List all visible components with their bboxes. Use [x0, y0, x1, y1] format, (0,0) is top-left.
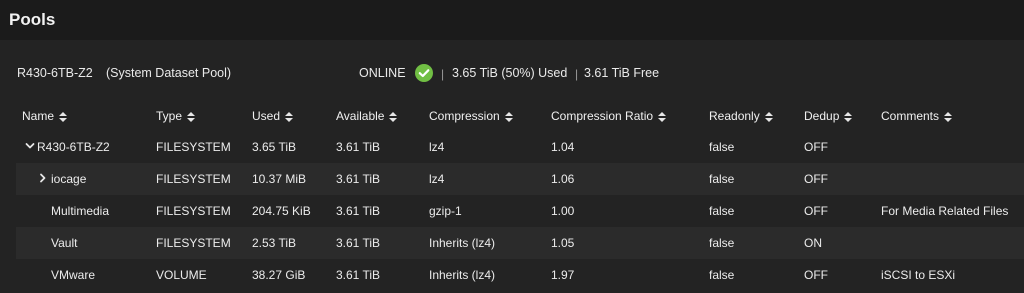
dataset-compression-ratio: 1.00	[551, 204, 575, 218]
dataset-dedup: ON	[804, 236, 822, 250]
dataset-type: FILESYSTEM	[156, 236, 231, 250]
sort-icon	[187, 111, 196, 122]
dataset-compression-ratio: 1.04	[551, 140, 575, 154]
dataset-used: 2.53 TiB	[252, 236, 297, 250]
page-title: Pools	[9, 10, 56, 29]
dataset-used: 10.37 MiB	[252, 172, 307, 186]
pool-free: 3.61 TiB Free	[584, 66, 660, 80]
dataset-compression: lz4	[429, 172, 445, 186]
dataset-type: FILESYSTEM	[156, 140, 231, 154]
column-header-type[interactable]: Type	[156, 109, 196, 125]
dataset-used: 204.75 KiB	[252, 204, 311, 218]
pool-role: (System Dataset Pool)	[106, 66, 232, 80]
column-header-comments[interactable]: Comments	[881, 109, 953, 125]
dataset-compression: lz4	[429, 140, 445, 154]
dataset-readonly: false	[709, 140, 735, 154]
dataset-compression-ratio: 1.97	[551, 268, 575, 282]
dataset-compression-ratio: 1.05	[551, 236, 575, 250]
column-header-name[interactable]: Name	[22, 109, 68, 125]
pool-status-text: ONLINE	[359, 66, 406, 80]
used-separator: |	[575, 67, 579, 81]
dataset-available: 3.61 TiB	[336, 140, 381, 154]
sort-icon	[59, 111, 68, 122]
sort-icon	[944, 111, 953, 122]
dataset-dedup: OFF	[804, 172, 828, 186]
pool-card: R430-6TB-Z2 (System Dataset Pool) ONLINE…	[0, 40, 1024, 293]
dataset-compression: Inherits (lz4)	[429, 268, 496, 282]
dataset-name: Multimedia	[51, 204, 110, 218]
dataset-compression-ratio: 1.06	[551, 172, 575, 186]
dataset-available: 3.61 TiB	[336, 204, 381, 218]
dataset-readonly: false	[709, 172, 735, 186]
sort-icon	[389, 111, 398, 122]
pool-name: R430-6TB-Z2	[17, 66, 93, 80]
column-header-dedup[interactable]: Dedup	[804, 109, 853, 125]
dataset-comments: For Media Related Files	[881, 204, 1009, 218]
sort-icon	[285, 111, 294, 122]
pool-used: 3.65 TiB (50%) Used	[452, 66, 568, 80]
dataset-available: 3.61 TiB	[336, 172, 381, 186]
table-row[interactable]: VMware VOLUME 38.27 GiB 3.61 TiB Inherit…	[16, 259, 1024, 291]
dataset-compression: Inherits (lz4)	[429, 236, 496, 250]
dataset-used: 3.65 TiB	[252, 140, 297, 154]
dataset-name: R430-6TB-Z2	[37, 140, 110, 154]
column-header-compression-ratio[interactable]: Compression Ratio	[551, 109, 667, 125]
datasets-table: Name Type Used Available Compression Com…	[16, 102, 1024, 293]
sort-icon	[764, 111, 773, 122]
pools-page: Pools R430-6TB-Z2 (System Dataset Pool) …	[0, 0, 1024, 293]
dataset-name: Vault	[51, 236, 78, 250]
status-separator: |	[441, 67, 445, 81]
table-row[interactable]: iocage FILESYSTEM 10.37 MiB 3.61 TiB lz4…	[16, 163, 1024, 195]
dataset-type: FILESYSTEM	[156, 172, 231, 186]
column-header-available[interactable]: Available	[336, 109, 398, 125]
dataset-readonly: false	[709, 236, 735, 250]
dataset-readonly: false	[709, 268, 735, 282]
column-header-compression[interactable]: Compression	[429, 109, 513, 125]
sort-icon	[844, 111, 853, 122]
dataset-available: 3.61 TiB	[336, 236, 381, 250]
dataset-readonly: false	[709, 204, 735, 218]
dataset-dedup: OFF	[804, 268, 828, 282]
sort-icon	[504, 111, 513, 122]
check-circle-icon	[415, 64, 433, 82]
dataset-dedup: OFF	[804, 140, 828, 154]
dataset-type: VOLUME	[156, 268, 207, 282]
table-row[interactable]: Vault FILESYSTEM 2.53 TiB 3.61 TiB Inher…	[16, 227, 1024, 259]
table-row[interactable]: R430-6TB-Z2 FILESYSTEM 3.65 TiB 3.61 TiB…	[16, 131, 1024, 163]
dataset-dedup: OFF	[804, 204, 828, 218]
dataset-compression: gzip-1	[429, 204, 462, 218]
chevron-down-icon[interactable]	[25, 141, 35, 151]
dataset-comments: iSCSI to ESXi	[881, 268, 956, 282]
table-row[interactable]: Multimedia FILESYSTEM 204.75 KiB 3.61 Ti…	[16, 195, 1024, 227]
sort-icon	[658, 111, 667, 122]
column-header-used[interactable]: Used	[252, 109, 294, 125]
dataset-name: VMware	[51, 268, 96, 282]
dataset-used: 38.27 GiB	[252, 268, 306, 282]
column-header-readonly[interactable]: Readonly	[709, 109, 773, 125]
dataset-available: 3.61 TiB	[336, 268, 381, 282]
dataset-name: iocage	[51, 172, 87, 186]
chevron-right-icon[interactable]	[38, 173, 48, 183]
dataset-type: FILESYSTEM	[156, 204, 231, 218]
pool-header: R430-6TB-Z2 (System Dataset Pool) ONLINE…	[0, 40, 1024, 102]
